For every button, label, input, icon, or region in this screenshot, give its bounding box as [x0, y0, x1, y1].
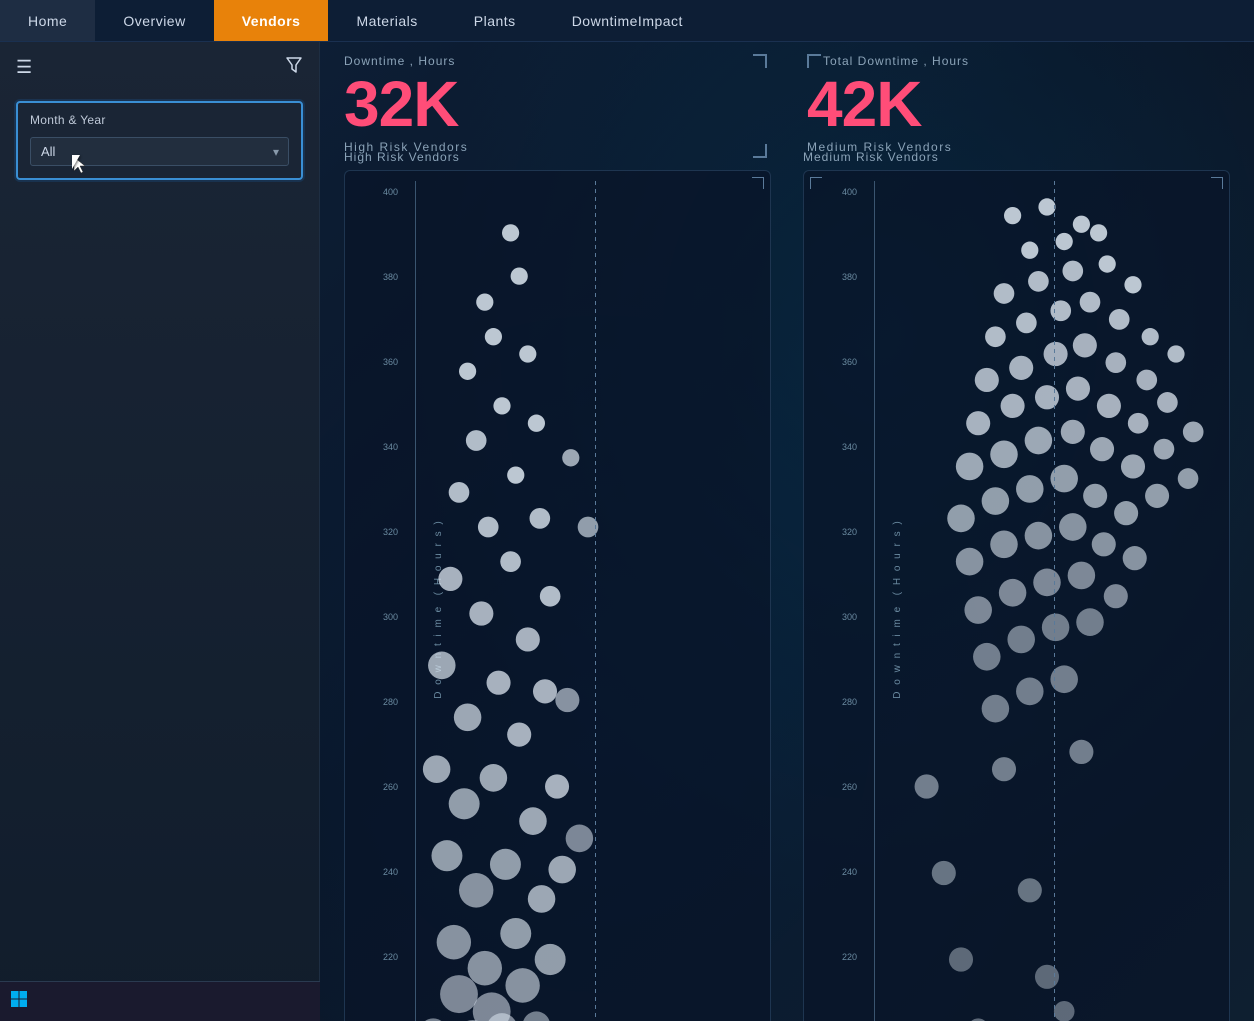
left-y-label-380: 380: [383, 272, 415, 282]
month-year-filter-box: Month & Year All Jan 2023 Feb 2023 Mar 2…: [16, 101, 303, 180]
left-y-label-240: 240: [383, 867, 415, 877]
stat-corner-tl: [807, 54, 821, 68]
main-layout: ☰ Month & Year All: [0, 42, 1254, 1021]
downtime-hours-label: Downtime , Hours: [344, 54, 767, 68]
taskbar: [0, 981, 320, 1021]
total-downtime-value: 42K: [807, 72, 1230, 136]
windows-start-button[interactable]: [10, 990, 28, 1013]
dropdown-wrapper: All Jan 2023 Feb 2023 Mar 2023: [30, 137, 289, 166]
stat-corner-tr: [753, 54, 767, 68]
left-scatter-area: 10M 20M: [415, 181, 760, 1021]
stats-row: Downtime , Hours 32K High Risk Vendors T…: [320, 42, 1254, 154]
right-chart-body: 400 380 360 340 320 300 280 260 240 220: [842, 181, 1219, 1021]
left-chart-title: High Risk Vendors: [344, 150, 460, 164]
right-dashed-line: [1054, 181, 1055, 1021]
filter-label: Month & Year: [30, 113, 289, 127]
sidebar: ☰ Month & Year All: [0, 42, 320, 1021]
right-y-label-400: 400: [842, 187, 874, 197]
right-y-label-240: 240: [842, 867, 874, 877]
left-y-label-300: 300: [383, 612, 415, 622]
hamburger-icon[interactable]: ☰: [16, 57, 32, 78]
downtime-hours-value: 32K: [344, 72, 767, 136]
charts-row: High Risk Vendors D o w n t i m e ( H o …: [320, 154, 1254, 1003]
nav-downtime-impact[interactable]: DowntimeImpact: [544, 0, 711, 41]
right-y-label-320: 320: [842, 527, 874, 537]
right-scatter-area: 0M 10M: [874, 181, 1219, 1021]
right-y-label-380: 380: [842, 272, 874, 282]
left-y-labels: 400 380 360 340 320 300 280 260 240 220: [383, 181, 415, 1021]
right-chart-wrapper: Medium Risk Vendors D o w n t i m e ( H …: [803, 170, 1230, 987]
left-chart-wrapper: High Risk Vendors D o w n t i m e ( H o …: [344, 170, 771, 987]
left-chart-inner: D o w n t i m e ( H o u r s ) 400 380 36…: [345, 171, 770, 1021]
right-scatter-svg: [875, 181, 1219, 1021]
nav-materials[interactable]: Materials: [328, 0, 445, 41]
right-y-label-260: 260: [842, 782, 874, 792]
filter-box-wrapper: Month & Year All Jan 2023 Feb 2023 Mar 2…: [0, 93, 319, 196]
right-chart-title: Medium Risk Vendors: [803, 150, 939, 164]
nav-home[interactable]: Home: [0, 0, 95, 41]
right-y-label-360: 360: [842, 357, 874, 367]
right-y-label-340: 340: [842, 442, 874, 452]
left-chart-body: 400 380 360 340 320 300 280 260 240 220: [383, 181, 760, 1021]
nav-vendors[interactable]: Vendors: [214, 0, 329, 41]
right-y-label-280: 280: [842, 697, 874, 707]
left-y-label-220: 220: [383, 952, 415, 962]
nav-plants[interactable]: Plants: [446, 0, 544, 41]
left-dashed-line: [595, 181, 596, 1021]
left-y-label-280: 280: [383, 697, 415, 707]
right-chart-inner: D o w n t i m e ( H o u r s ) 400 380 36…: [804, 171, 1229, 1021]
total-downtime-label: Total Downtime , Hours: [807, 54, 1230, 68]
downtime-hours-stat: Downtime , Hours 32K High Risk Vendors: [344, 54, 767, 154]
left-y-label-260: 260: [383, 782, 415, 792]
nav-overview[interactable]: Overview: [95, 0, 213, 41]
left-y-label-400: 400: [383, 187, 415, 197]
left-scatter-svg: [416, 181, 760, 1021]
left-chart-container: D o w n t i m e ( H o u r s ) 400 380 36…: [344, 170, 771, 1021]
top-navigation: Home Overview Vendors Materials Plants D…: [0, 0, 1254, 42]
filter-icon[interactable]: [285, 56, 303, 79]
left-y-label-340: 340: [383, 442, 415, 452]
left-y-label-320: 320: [383, 527, 415, 537]
right-y-labels: 400 380 360 340 320 300 280 260 240 220: [842, 181, 874, 1021]
right-y-label-220: 220: [842, 952, 874, 962]
left-y-label-360: 360: [383, 357, 415, 367]
sidebar-header: ☰: [0, 42, 319, 93]
month-year-dropdown[interactable]: All Jan 2023 Feb 2023 Mar 2023: [30, 137, 289, 166]
right-chart-container: D o w n t i m e ( H o u r s ) 400 380 36…: [803, 170, 1230, 1021]
right-y-label-300: 300: [842, 612, 874, 622]
total-downtime-stat: Total Downtime , Hours 42K Medium Risk V…: [807, 54, 1230, 154]
content-area: Downtime , Hours 32K High Risk Vendors T…: [320, 42, 1254, 1021]
stat-corner-br: [753, 144, 767, 158]
